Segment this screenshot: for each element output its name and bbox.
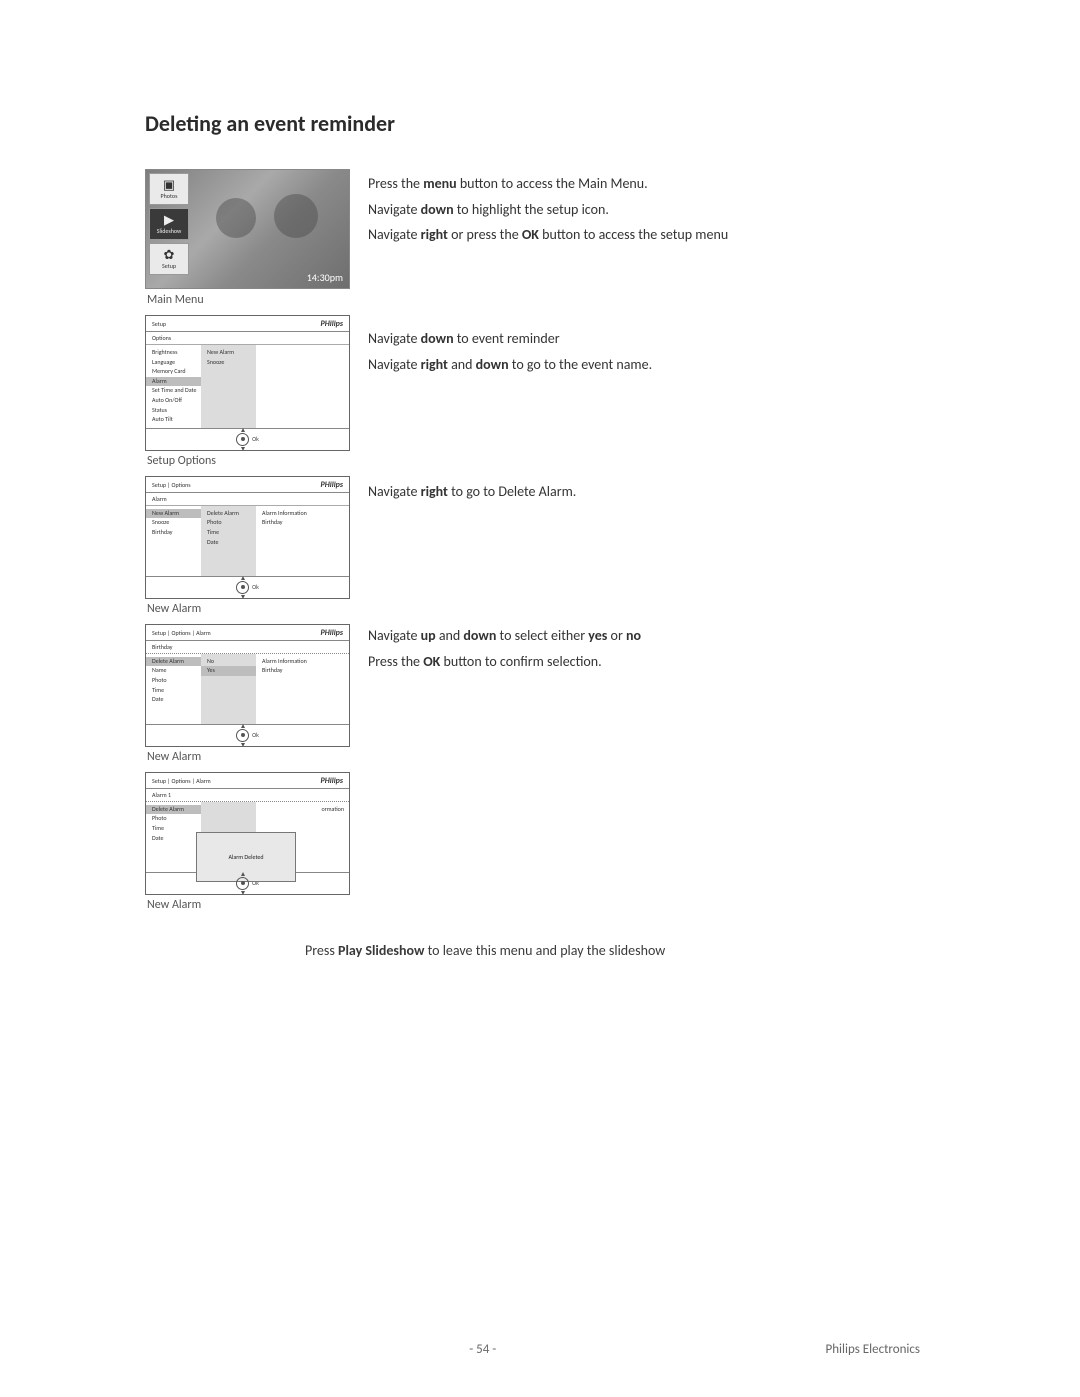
menu-col-1: BrightnessLanguageMemory Card AlarmSet T… (146, 345, 201, 428)
menu-section: Alarm 1 (146, 789, 349, 802)
brand-label: PHilips (320, 628, 343, 638)
menu-col-1: Delete AlarmNamePhotoTimeDate (146, 654, 201, 724)
tile-slideshow-label: Slideshow (157, 227, 182, 235)
ok-label: Ok (252, 583, 259, 591)
menu-section: Birthday (146, 641, 349, 654)
page-footer: - 54 - Philips Electronics (0, 1342, 1080, 1357)
page-number: - 54 - (469, 1342, 496, 1357)
breadcrumb: Setup | Options | Alarm (152, 777, 211, 785)
alarm-deleted-popup: Alarm Deleted (196, 832, 296, 882)
company-name: Philips Electronics (825, 1342, 920, 1357)
instruction-line: Navigate up and down to select either ye… (368, 625, 935, 647)
figure-caption-1: Main Menu (147, 293, 350, 307)
nav-pad-icon (236, 581, 249, 594)
main-menu-screenshot: ▣ Photos ▶ Slideshow ✿ Setup 14:30pm (145, 169, 350, 289)
gear-icon: ✿ (164, 249, 175, 262)
instruction-line: Navigate right to go to Delete Alarm. (368, 481, 935, 503)
brand-label: PHilips (320, 776, 343, 786)
tile-photos-label: Photos (161, 192, 178, 200)
menu-col-3 (256, 345, 349, 428)
instruction-line: Navigate right or press the OK button to… (368, 224, 935, 246)
breadcrumb: Setup | Options (152, 481, 191, 489)
new-alarm-screenshot-3: Setup | Options | Alarm PHilips Alarm 1 … (145, 772, 350, 895)
photos-icon: ▣ (163, 179, 175, 192)
menu-col-2: New AlarmSnooze (201, 345, 256, 428)
menu-col-1: New AlarmSnoozeBirthday (146, 506, 201, 576)
menu-section: Alarm (146, 493, 349, 506)
menu-col-2: NoYes (201, 654, 256, 724)
nav-pad-icon (236, 433, 249, 446)
tile-slideshow: ▶ Slideshow (149, 208, 189, 240)
figure-caption-5: New Alarm (147, 898, 350, 912)
tile-photos: ▣ Photos (149, 173, 189, 205)
figure-caption-4: New Alarm (147, 750, 350, 764)
menu-section: Options (146, 332, 349, 345)
instruction-line: Navigate down to event reminder (368, 328, 935, 350)
menu-col-1: Delete AlarmPhotoTimeDate (146, 802, 201, 872)
breadcrumb: Setup | Options | Alarm (152, 629, 211, 637)
brand-label: PHilips (320, 480, 343, 490)
figure-caption-2: Setup Options (147, 454, 350, 468)
instruction-line: Navigate right and down to go to the eve… (368, 354, 935, 376)
new-alarm-screenshot-1: Setup | Options PHilips Alarm New AlarmS… (145, 476, 350, 599)
menu-col-2: Delete AlarmPhotoTimeDate (201, 506, 256, 576)
new-alarm-screenshot-2: Setup | Options | Alarm PHilips Birthday… (145, 624, 350, 747)
ok-label: Ok (252, 731, 259, 739)
setup-options-screenshot: Setup PHilips Options BrightnessLanguage… (145, 315, 350, 451)
ok-label: Ok (252, 435, 259, 443)
nav-pad-icon (236, 729, 249, 742)
nav-pad-icon (236, 877, 249, 890)
breadcrumb: Setup (152, 320, 166, 328)
slideshow-icon: ▶ (164, 214, 174, 227)
page-heading: Deleting an event reminder (145, 110, 935, 137)
instruction-line: Press the menu button to access the Main… (368, 173, 935, 195)
tile-setup: ✿ Setup (149, 243, 189, 275)
tile-setup-label: Setup (162, 262, 176, 270)
clock-time: 14:30pm (307, 271, 343, 284)
instruction-line: Navigate down to highlight the setup ico… (368, 199, 935, 221)
menu-col-3: Alarm InformationBirthday (256, 654, 349, 724)
instruction-line: Press Play Slideshow to leave this menu … (305, 942, 935, 959)
instruction-line: Press the OK button to confirm selection… (368, 651, 935, 673)
brand-label: PHilips (320, 319, 343, 329)
figure-caption-3: New Alarm (147, 602, 350, 616)
menu-col-3: Alarm InformationBirthday (256, 506, 349, 576)
